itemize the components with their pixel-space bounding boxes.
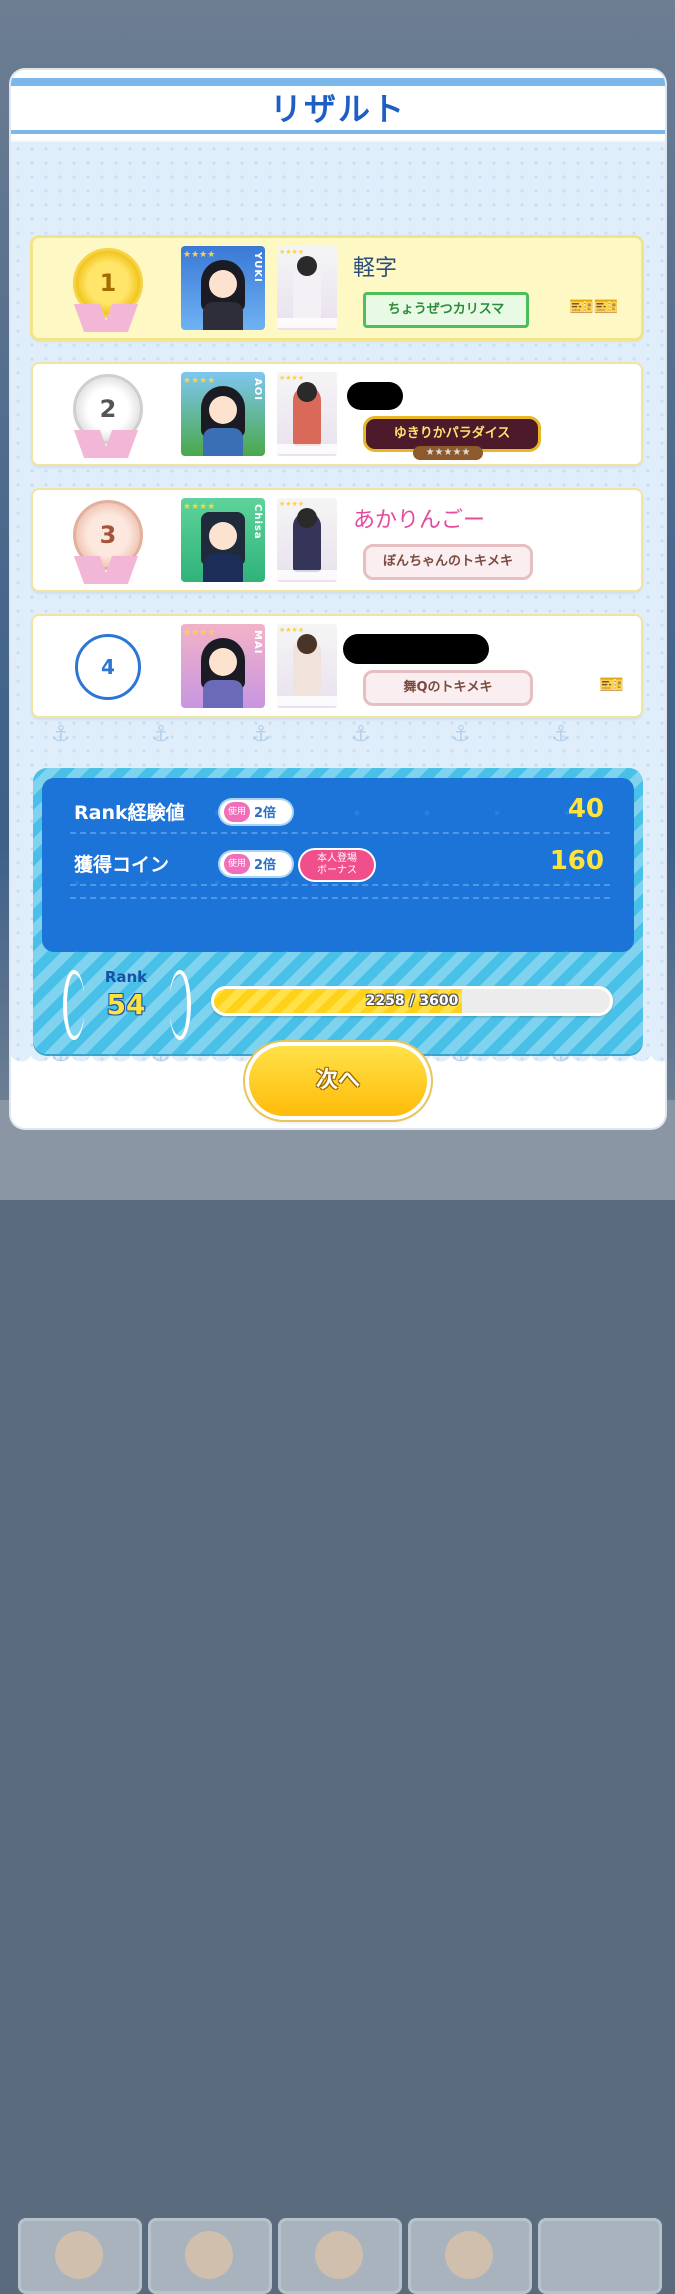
avatar: ★★★★ MAI bbox=[181, 624, 265, 708]
reward-summary: Rank経験値 使用 2倍 40 獲得コイン 使用 2倍 本人登場 ボーナス 1… bbox=[42, 778, 634, 952]
ticket-icon: 🎫 bbox=[599, 672, 624, 696]
member-photo: ★★★★ bbox=[277, 624, 337, 708]
rank-word: Rank bbox=[104, 968, 148, 986]
exp-progress-text: 2258 / 3600 bbox=[365, 993, 459, 1009]
rank-exp-value: 40 bbox=[567, 794, 604, 824]
bottom-card bbox=[538, 2218, 662, 2294]
ticket-icon: 🎫🎫 bbox=[569, 294, 619, 318]
photo-caption bbox=[277, 318, 337, 328]
player-name: あかりんごー bbox=[353, 508, 486, 533]
player-name: 軽字 bbox=[353, 256, 398, 281]
bottom-card bbox=[278, 2218, 402, 2294]
avatar-name-tag: AOI bbox=[252, 378, 263, 401]
rank-exp-label: Rank経験値 bbox=[74, 802, 185, 824]
rank-number-badge: 4 bbox=[75, 634, 141, 700]
avatar-face bbox=[209, 648, 237, 676]
player-row-1: 1 ★★★★ YUKI ★★★★ 軽字 ちょうぜつカリスマ 🎫🎫 bbox=[33, 238, 641, 338]
result-panel: リザルト ⚓ ⚓ ⚓ ⚓ ⚓ ⚓ ⚓ ⚓ ⚓ ⚓ ⚓ ⚓ 1 ★★★★ YUKI… bbox=[11, 70, 665, 1128]
avatar-face bbox=[209, 522, 237, 550]
photo-head bbox=[297, 634, 317, 654]
rarity-stars: ★★★★ bbox=[183, 502, 216, 512]
avatar-body bbox=[203, 680, 243, 708]
photo-head bbox=[297, 508, 317, 528]
card-face bbox=[185, 2231, 233, 2279]
multiplier-text: 2倍 bbox=[254, 806, 277, 821]
member-photo: ★★★★ bbox=[277, 498, 337, 582]
coin-label: 獲得コイン bbox=[74, 854, 170, 876]
player-row-2: 2 ★★★★ AOI ★★★★ ゆきりかパラダイス ★★★★★ bbox=[33, 364, 641, 464]
member-photo: ★★★★ bbox=[277, 246, 337, 330]
redacted-name bbox=[347, 382, 403, 410]
card-face bbox=[55, 2231, 103, 2279]
photo-head bbox=[297, 382, 317, 402]
rarity-stars: ★★★★ bbox=[279, 248, 305, 256]
photo-head bbox=[297, 256, 317, 276]
avatar: ★★★★ AOI bbox=[181, 372, 265, 456]
bottom-card bbox=[18, 2218, 142, 2294]
exp-progress-bar: 2258 / 3600 bbox=[211, 986, 613, 1016]
photo-caption bbox=[277, 696, 337, 706]
double-boost-pill: 使用 2倍 bbox=[220, 852, 292, 876]
coin-value: 160 bbox=[549, 846, 604, 876]
anchor-icon: ⚓ bbox=[451, 722, 471, 747]
bottom-card bbox=[408, 2218, 532, 2294]
anchor-icon: ⚓ bbox=[151, 722, 171, 747]
player-rank: Rank 54 bbox=[51, 966, 201, 1042]
anchor-icon: ⚓ bbox=[551, 722, 571, 747]
redacted-name bbox=[343, 634, 489, 664]
rarity-stars: ★★★★ bbox=[183, 376, 216, 386]
reward-panel: Rank経験値 使用 2倍 40 獲得コイン 使用 2倍 本人登場 ボーナス 1… bbox=[33, 768, 643, 1054]
title-badge: ぼんちゃんのトキメキ bbox=[363, 544, 533, 580]
next-button[interactable]: 次へ bbox=[249, 1046, 427, 1116]
avatar-body bbox=[203, 554, 243, 582]
empty-row bbox=[70, 896, 610, 899]
avatar-body bbox=[203, 302, 243, 330]
card-face bbox=[315, 2231, 363, 2279]
anchor-icon: ⚓ bbox=[51, 722, 71, 747]
badge-stars: ★★★★★ bbox=[413, 446, 483, 460]
avatar-body bbox=[203, 428, 243, 456]
heart-icon: 使用 bbox=[224, 854, 250, 874]
avatar-face bbox=[209, 270, 237, 298]
page-title: リザルト bbox=[269, 90, 406, 128]
panel-body: ⚓ ⚓ ⚓ ⚓ ⚓ ⚓ ⚓ ⚓ ⚓ ⚓ ⚓ ⚓ 1 ★★★★ YUKI ★★★★ bbox=[11, 142, 665, 1067]
rank-level: 54 bbox=[106, 988, 146, 1021]
bottom-card bbox=[148, 2218, 272, 2294]
title-badge: ちょうぜつカリスマ bbox=[363, 292, 529, 328]
avatar-name-tag: MAI bbox=[252, 630, 263, 655]
rarity-stars: ★★★★ bbox=[183, 250, 216, 260]
rarity-stars: ★★★★ bbox=[279, 500, 305, 508]
avatar: ★★★★ YUKI bbox=[181, 246, 265, 330]
anchor-icon: ⚓ bbox=[351, 722, 371, 747]
card-face bbox=[445, 2231, 493, 2279]
player-row-3: 3 ★★★★ Chisa ★★★★ あかりんごー ぼんちゃんのトキメキ bbox=[33, 490, 641, 590]
photo-caption bbox=[277, 444, 337, 454]
avatar-name-tag: Chisa bbox=[252, 504, 263, 540]
avatar-face bbox=[209, 396, 237, 424]
rarity-stars: ★★★★ bbox=[183, 628, 216, 638]
coin-row: 獲得コイン 使用 2倍 本人登場 ボーナス 160 bbox=[70, 844, 610, 886]
avatar: ★★★★ Chisa bbox=[181, 498, 265, 582]
photo-caption bbox=[277, 570, 337, 580]
player-row-4: 4 ★★★★ MAI ★★★★ 舞Qのトキメキ 🎫 bbox=[33, 616, 641, 716]
member-photo: ★★★★ bbox=[277, 372, 337, 456]
double-boost-pill: 使用 2倍 bbox=[220, 800, 292, 824]
anchor-icon: ⚓ bbox=[251, 722, 271, 747]
rarity-stars: ★★★★ bbox=[279, 626, 305, 634]
multiplier-text: 2倍 bbox=[254, 858, 277, 873]
avatar-name-tag: YUKI bbox=[252, 252, 263, 283]
rank-exp-row: Rank経験値 使用 2倍 40 bbox=[70, 792, 610, 834]
rarity-stars: ★★★★ bbox=[279, 374, 305, 382]
appearance-bonus-badge: 本人登場 ボーナス bbox=[300, 850, 374, 880]
title-badge: 舞Qのトキメキ bbox=[363, 670, 533, 706]
heart-icon: 使用 bbox=[224, 802, 250, 822]
